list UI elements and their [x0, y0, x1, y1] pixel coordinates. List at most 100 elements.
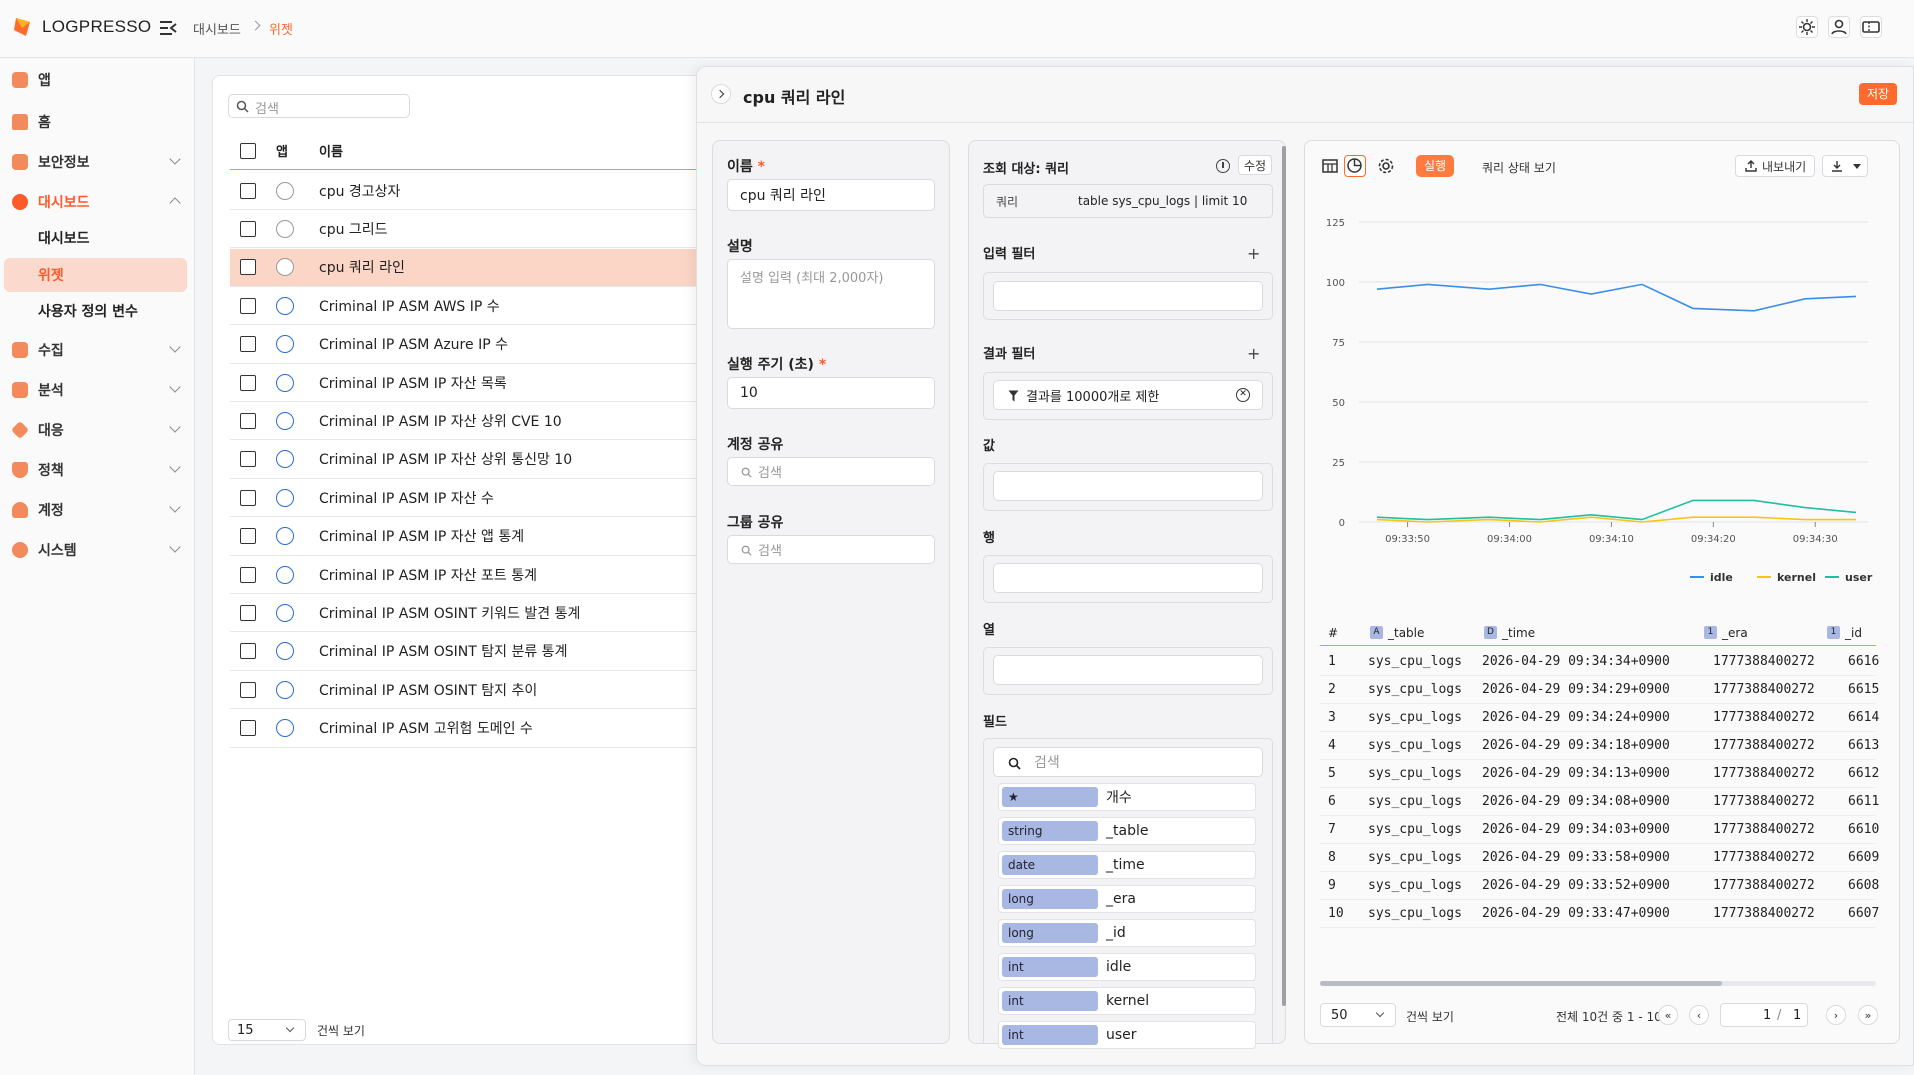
group-share-search[interactable]: 검색: [727, 535, 935, 564]
field-item[interactable]: ★ 개수: [998, 783, 1256, 811]
table-row[interactable]: 2 sys_cpu_logs 2026-04-29 09:34:29+0900 177…: [1320, 676, 1879, 704]
field-item[interactable]: date _time: [998, 851, 1256, 879]
settings-icon[interactable]: [1377, 157, 1395, 175]
table-row[interactable]: 1 sys_cpu_logs 2026-04-29 09:34:34+0900 177…: [1320, 648, 1879, 676]
result-page-size-select[interactable]: 50: [1320, 1003, 1396, 1027]
collapse-panel-button[interactable]: [711, 84, 731, 104]
remove-filter-icon[interactable]: ✕: [1236, 388, 1250, 402]
table-row[interactable]: 4 sys_cpu_logs 2026-04-29 09:34:18+0900 177…: [1320, 732, 1879, 760]
info-icon[interactable]: [1216, 159, 1230, 173]
field-search-input[interactable]: 검색: [993, 747, 1263, 777]
table-row[interactable]: 3 sys_cpu_logs 2026-04-29 09:34:24+0900 177…: [1320, 704, 1879, 732]
sidebar-item-security-info[interactable]: 보안정보: [10, 145, 187, 179]
value-field[interactable]: [993, 471, 1263, 501]
col-time[interactable]: _time: [1502, 626, 1535, 640]
query-status-link[interactable]: 쿼리 상태 보기: [1482, 159, 1556, 176]
row-checkbox[interactable]: [240, 451, 256, 468]
save-button[interactable]: 저장: [1859, 83, 1897, 105]
field-item[interactable]: string _table: [998, 817, 1256, 845]
row-checkbox[interactable]: [240, 604, 256, 621]
sidebar-item-policy[interactable]: 정책: [10, 453, 187, 487]
column-field[interactable]: [993, 655, 1263, 685]
page-number-input[interactable]: 1 / 1: [1720, 1003, 1808, 1027]
table-row[interactable]: 8 sys_cpu_logs 2026-04-29 09:33:58+0900 177…: [1320, 844, 1879, 872]
list-item[interactable]: Criminal IP ASM IP 자산 포트 통계: [230, 556, 710, 594]
row-checkbox[interactable]: [240, 297, 256, 314]
sidebar-item-apps[interactable]: 앱: [10, 63, 187, 97]
add-result-filter-icon[interactable]: +: [1247, 344, 1260, 363]
list-item[interactable]: Criminal IP ASM OSINT 탐지 분류 통계: [230, 633, 710, 671]
sidebar-item-analysis[interactable]: 분석: [10, 373, 187, 407]
sidebar-sub-dashboard[interactable]: 대시보드: [4, 221, 187, 255]
list-item[interactable]: Criminal IP ASM 고위험 도메인 수: [230, 710, 710, 748]
run-button[interactable]: 실행: [1416, 155, 1454, 177]
list-item[interactable]: Criminal IP ASM IP 자산 앱 통계: [230, 518, 710, 556]
row-checkbox[interactable]: [240, 182, 256, 199]
list-item[interactable]: Criminal IP ASM AWS IP 수: [230, 287, 710, 326]
list-item[interactable]: cpu 그리드: [230, 210, 710, 249]
sidebar-item-home[interactable]: 홈: [10, 105, 187, 139]
row-checkbox[interactable]: [240, 681, 256, 698]
list-item[interactable]: Criminal IP ASM IP 자산 상위 CVE 10: [230, 402, 710, 441]
add-input-filter-icon[interactable]: +: [1247, 244, 1260, 263]
list-item[interactable]: Criminal IP ASM IP 자산 수: [230, 479, 710, 518]
brand-name[interactable]: LOGPRESSO: [42, 17, 151, 37]
user-button[interactable]: [1828, 16, 1850, 38]
row-checkbox[interactable]: [240, 528, 256, 545]
sidebar-item-dashboard[interactable]: 대시보드: [10, 185, 187, 219]
table-row[interactable]: 9 sys_cpu_logs 2026-04-29 09:33:52+0900 177…: [1320, 872, 1879, 900]
edit-query-button[interactable]: 수정: [1238, 155, 1272, 175]
description-textarea[interactable]: 설명 입력 (최대 2,000자): [727, 259, 935, 329]
sidebar-item-response[interactable]: 대응: [10, 413, 187, 447]
table-row[interactable]: 5 sys_cpu_logs 2026-04-29 09:34:13+0900 177…: [1320, 760, 1879, 788]
row-checkbox[interactable]: [240, 720, 256, 737]
list-item[interactable]: Criminal IP ASM OSINT 키워드 발견 통계: [230, 594, 710, 633]
list-item[interactable]: Criminal IP ASM IP 자산 상위 통신망 10: [230, 441, 710, 479]
table-row[interactable]: 10 sys_cpu_logs 2026-04-29 09:33:47+0900 17…: [1320, 900, 1879, 928]
result-filter-chip[interactable]: 결과를 10000개로 제한 ✕: [993, 380, 1263, 410]
sidebar-sub-widget[interactable]: 위젯: [4, 258, 187, 292]
select-all-checkbox[interactable]: [240, 142, 256, 159]
sidebar-item-account[interactable]: 계정: [10, 493, 187, 527]
field-item[interactable]: int idle: [998, 953, 1256, 981]
list-item[interactable]: cpu 쿼리 라인: [230, 248, 710, 287]
col-id[interactable]: _id: [1845, 626, 1862, 640]
last-page-button[interactable]: »: [1858, 1005, 1878, 1025]
row-field[interactable]: [993, 563, 1263, 593]
name-input[interactable]: cpu 쿼리 라인: [727, 179, 935, 211]
row-checkbox[interactable]: [240, 374, 256, 391]
row-checkbox[interactable]: [240, 489, 256, 506]
field-item[interactable]: int kernel: [998, 987, 1256, 1015]
table-row[interactable]: 7 sys_cpu_logs 2026-04-29 09:34:03+0900 177…: [1320, 816, 1879, 844]
download-button[interactable]: [1822, 155, 1868, 177]
row-checkbox[interactable]: [240, 220, 256, 237]
interval-input[interactable]: 10: [727, 377, 935, 409]
breadcrumb-parent[interactable]: 대시보드: [193, 19, 241, 38]
row-checkbox[interactable]: [240, 336, 256, 353]
col-table[interactable]: _table: [1388, 626, 1424, 640]
horizontal-scrollbar[interactable]: [1320, 981, 1876, 986]
chart-view-button[interactable]: [1344, 155, 1366, 177]
menu-toggle-icon[interactable]: [158, 19, 178, 37]
list-item[interactable]: Criminal IP ASM OSINT 탐지 추이: [230, 671, 710, 710]
prev-page-button[interactable]: ‹: [1689, 1005, 1709, 1025]
list-search-input[interactable]: 검색: [228, 94, 410, 118]
row-checkbox[interactable]: [240, 643, 256, 660]
row-checkbox[interactable]: [240, 566, 256, 583]
col-era[interactable]: _era: [1722, 626, 1748, 640]
field-item[interactable]: long _era: [998, 885, 1256, 913]
row-checkbox[interactable]: [240, 412, 256, 429]
sidebar-item-system[interactable]: 시스템: [10, 533, 187, 567]
first-page-button[interactable]: «: [1658, 1005, 1678, 1025]
list-item[interactable]: Criminal IP ASM Azure IP 수: [230, 326, 710, 364]
next-page-button[interactable]: ›: [1826, 1005, 1846, 1025]
row-checkbox[interactable]: [240, 259, 256, 276]
theme-toggle-button[interactable]: [1796, 16, 1818, 38]
export-button[interactable]: 내보내기: [1735, 155, 1815, 177]
sidebar-sub-user-variables[interactable]: 사용자 정의 변수: [4, 294, 187, 328]
sidebar-item-collect[interactable]: 수집: [10, 333, 187, 367]
page-size-select[interactable]: 15: [228, 1019, 306, 1041]
scrollbar[interactable]: [1282, 146, 1286, 1006]
ticket-button[interactable]: [1860, 16, 1882, 38]
list-item[interactable]: Criminal IP ASM IP 자산 목록: [230, 364, 710, 402]
